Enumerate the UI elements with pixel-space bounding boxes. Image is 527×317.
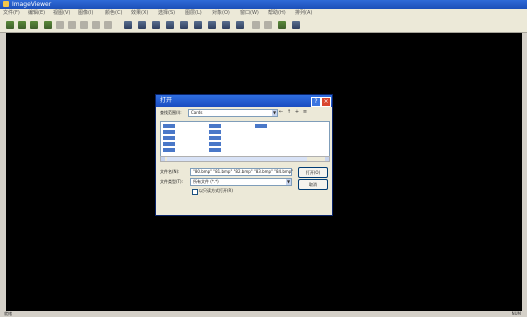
file-name-label: 文件名(N): xyxy=(160,169,180,174)
app-titlebar: ImageViewer xyxy=(0,0,527,9)
view-menu-icon[interactable]: ≡ xyxy=(302,109,308,115)
file-item[interactable] xyxy=(209,136,221,140)
crop-icon[interactable] xyxy=(180,21,188,29)
chevron-down-icon: ▼ xyxy=(286,179,291,185)
open-icon[interactable] xyxy=(18,21,26,29)
up-folder-icon[interactable]: ↑ xyxy=(286,109,292,115)
open-file-dialog: 打开 ? × 查找范围(I): Cards ▼ ← ↑ + ≡ 文件名(N): … xyxy=(155,94,333,216)
file-type-select[interactable]: 所有文件 (*.*) ▼ xyxy=(190,178,292,186)
scroll-right-icon[interactable] xyxy=(325,157,329,161)
zoom-in-icon[interactable] xyxy=(124,21,132,29)
zoom-out-icon[interactable] xyxy=(138,21,146,29)
file-name-field[interactable]: "80.bmp" "81.bmp" "82.bmp" "83.bmp" "84.… xyxy=(190,168,294,176)
readonly-checkbox[interactable] xyxy=(192,189,198,195)
scroll-left-icon[interactable] xyxy=(161,157,165,161)
undo-icon[interactable] xyxy=(80,21,88,29)
menu-item-window[interactable]: 窗口(W) xyxy=(240,10,259,17)
file-name-value: "80.bmp" "81.bmp" "82.bmp" "83.bmp" "84.… xyxy=(193,169,294,174)
horizontal-scrollbar[interactable] xyxy=(160,156,330,162)
dialog-titlebar: 打开 ? × xyxy=(156,95,332,107)
dialog-title: 打开 xyxy=(160,97,173,104)
paste-icon[interactable] xyxy=(68,21,76,29)
file-item[interactable] xyxy=(255,124,267,128)
brightness-icon[interactable] xyxy=(208,21,216,29)
copy-icon[interactable] xyxy=(56,21,64,29)
new-icon[interactable] xyxy=(6,21,14,29)
menu-item-edit[interactable]: 编辑(E) xyxy=(28,10,45,17)
look-in-select[interactable]: Cards ▼ xyxy=(188,109,278,117)
file-item[interactable] xyxy=(163,130,175,134)
look-in-label: 查找范围(I): xyxy=(160,110,182,115)
open-button[interactable]: 打开(O) xyxy=(298,167,328,178)
app-title: ImageViewer xyxy=(12,1,52,8)
slideshow-icon[interactable] xyxy=(278,21,286,29)
file-item[interactable] xyxy=(209,142,221,146)
filter-icon[interactable] xyxy=(252,21,260,29)
file-item[interactable] xyxy=(163,136,175,140)
app-logo-icon xyxy=(3,1,9,7)
file-item[interactable] xyxy=(209,130,221,134)
print-icon[interactable] xyxy=(104,21,112,29)
status-bar: 就绪 NUM xyxy=(0,311,527,317)
color-icon[interactable] xyxy=(236,21,244,29)
info-icon[interactable] xyxy=(292,21,300,29)
menu-item-layer[interactable]: 图层(L) xyxy=(185,10,202,17)
file-item[interactable] xyxy=(209,124,221,128)
resize-icon[interactable] xyxy=(194,21,202,29)
menu-item-help[interactable]: 帮助(H) xyxy=(268,10,286,17)
file-type-value: 所有文件 (*.*) xyxy=(193,179,219,184)
chevron-down-icon: ▼ xyxy=(272,110,277,116)
new-folder-icon[interactable]: + xyxy=(294,109,300,115)
menu-item-effects[interactable]: 效果(X) xyxy=(131,10,148,17)
file-item[interactable] xyxy=(163,142,175,146)
menu-item-image[interactable]: 图像(I) xyxy=(78,10,93,17)
flip-icon[interactable] xyxy=(166,21,174,29)
readonly-label: 以只读方式打开(R) xyxy=(199,188,233,193)
cut-icon[interactable] xyxy=(44,21,52,29)
file-list[interactable] xyxy=(160,121,330,157)
menu-item-view[interactable]: 视图(V) xyxy=(53,10,70,17)
rotate-icon[interactable] xyxy=(152,21,160,29)
look-in-value: Cards xyxy=(191,110,203,115)
file-type-label: 文件类型(T): xyxy=(160,179,183,184)
save-icon[interactable] xyxy=(30,21,38,29)
file-item[interactable] xyxy=(163,148,175,152)
contrast-icon[interactable] xyxy=(222,21,230,29)
dialog-nav-toolbar: ← ↑ + ≡ xyxy=(278,109,314,117)
back-icon[interactable]: ← xyxy=(278,109,284,115)
cancel-button[interactable]: 取消 xyxy=(298,179,328,190)
menu-item-object[interactable]: 对象(O) xyxy=(212,10,230,17)
effects-icon[interactable] xyxy=(264,21,272,29)
file-item[interactable] xyxy=(209,148,221,152)
menu-item-select[interactable]: 选择(S) xyxy=(158,10,175,17)
menu-item-file[interactable]: 文件(F) xyxy=(3,10,20,17)
close-icon[interactable]: × xyxy=(321,97,331,107)
redo-icon[interactable] xyxy=(92,21,100,29)
help-icon[interactable]: ? xyxy=(311,97,321,107)
scroll-thumb[interactable] xyxy=(167,157,307,161)
toolbar xyxy=(0,18,527,33)
status-indicator: NUM xyxy=(511,311,521,316)
menu-item-arrange[interactable]: 排列(A) xyxy=(295,10,312,17)
status-text: 就绪 xyxy=(4,311,12,316)
menu-item-color[interactable]: 颜色(C) xyxy=(105,10,122,17)
menu-bar: 文件(F) 编辑(E) 视图(V) 图像(I) 颜色(C) 效果(X) 选择(S… xyxy=(0,9,527,18)
file-item[interactable] xyxy=(163,124,175,128)
